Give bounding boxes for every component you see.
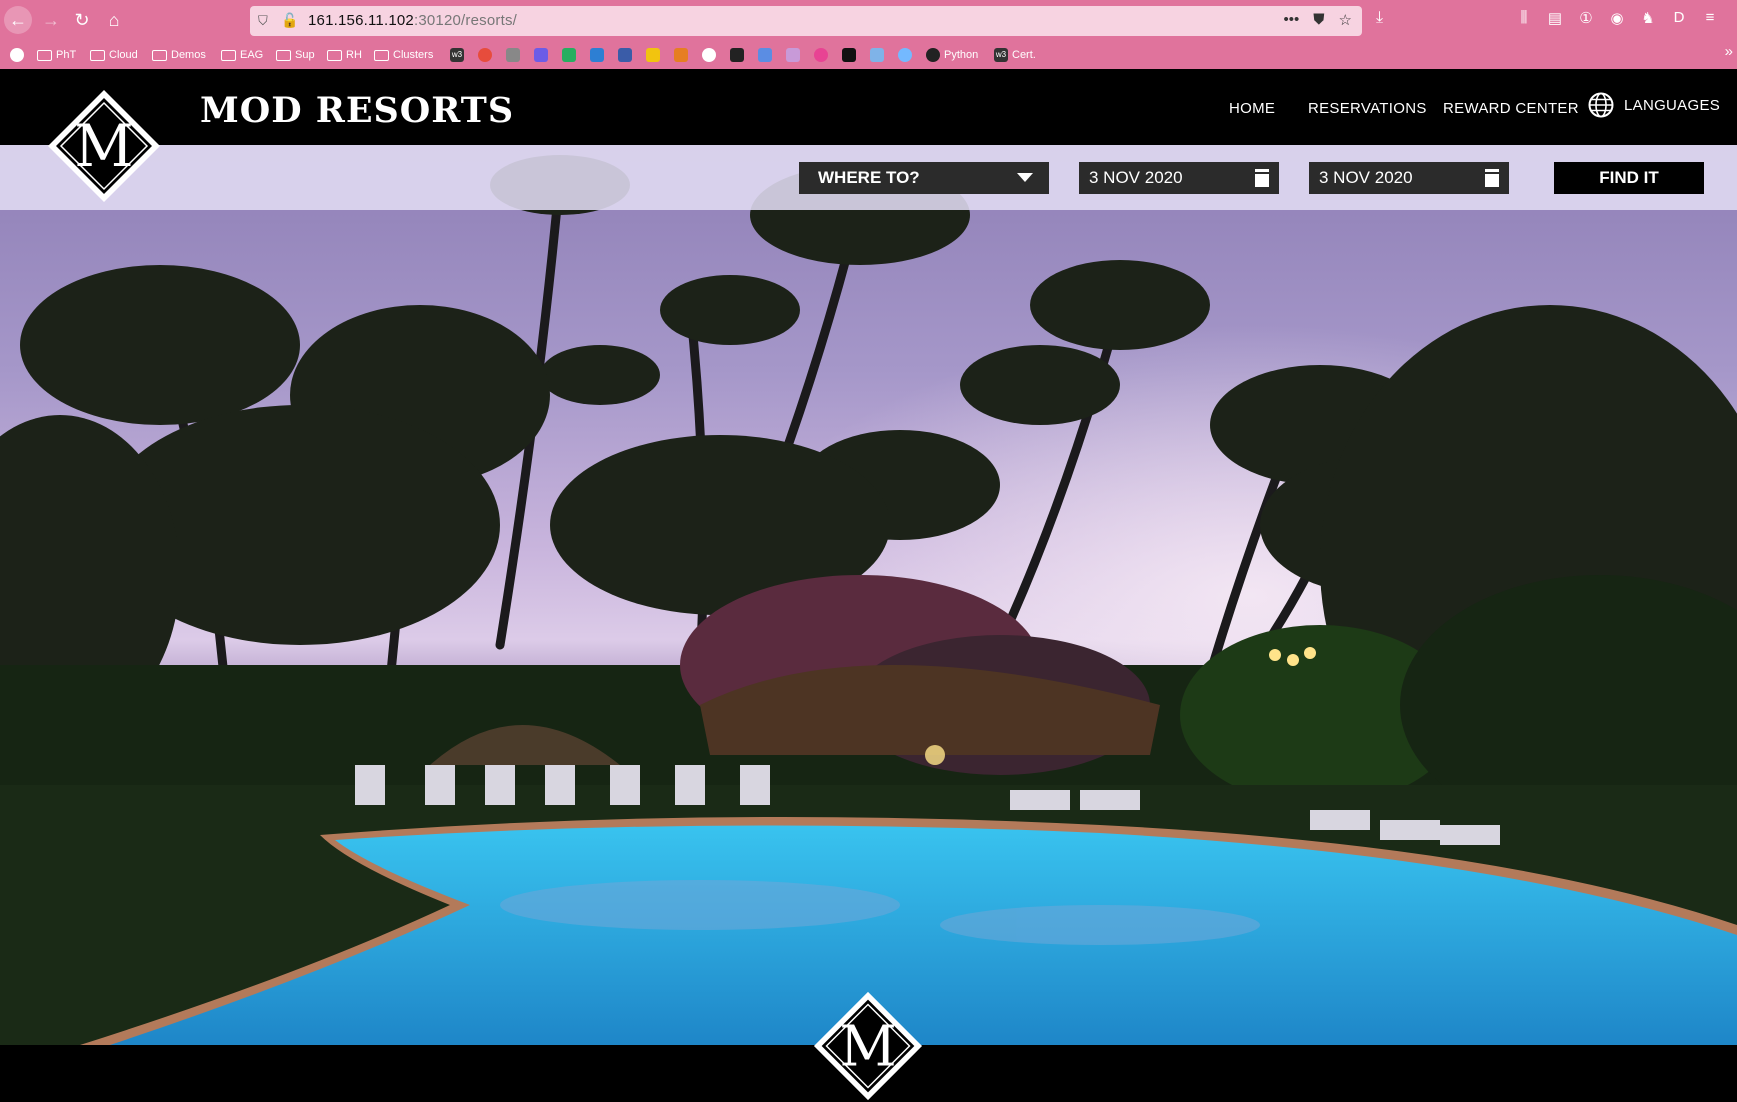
w3-icon: w3 [994,48,1008,62]
toolbar-right: ⤓ [1376,9,1383,27]
bookmark-folder-clusters[interactable]: Clusters [374,46,433,64]
bookmark-label: Demos [171,49,206,61]
checkout-date-field[interactable]: 3 NOV 2020 [1309,162,1509,194]
bookmark-icon-3[interactable] [534,46,548,64]
bookmark-icon-2[interactable] [506,46,520,64]
bookmark-folder-pht[interactable]: PhT [37,46,76,64]
url-path: :30120/resorts/ [413,12,518,29]
page-actions-menu-icon[interactable]: ••• [1284,11,1300,29]
shield-icon[interactable]: ⛉ [258,13,272,29]
bookmark-icon-8[interactable] [786,46,800,64]
resort-scene [0,145,1737,1045]
account-icon[interactable]: ◉ [1608,9,1626,27]
bookmark-cert[interactable]: w3 Cert. [994,46,1036,64]
home-icon[interactable]: ⌂ [100,6,128,34]
bookmark-icon-9[interactable] [814,46,828,64]
password-manager-icon[interactable]: ① [1577,9,1595,27]
google-bookmark-icon[interactable] [10,46,24,64]
checkout-date-value: 3 NOV 2020 [1319,168,1413,187]
extension-icon[interactable]: ♞ [1639,9,1657,27]
bookmark-label: Cert. [1012,49,1036,61]
browser-toolbar: ← → ↻ ⌂ ⛉ 🔓 161.156.11.102:30120/resorts… [0,0,1737,42]
folder-icon [374,49,389,61]
bookmark-icon-4[interactable] [562,46,576,64]
insecure-lock-icon[interactable]: 🔓 [281,12,298,29]
brand-title[interactable]: MOD RESORTS [200,90,514,131]
extension-d-icon[interactable]: D [1670,9,1688,27]
bookmark-folder-rh[interactable]: RH [327,46,362,64]
address-bar[interactable]: ⛉ 🔓 161.156.11.102:30120/resorts/ ••• ⛊ … [250,6,1362,36]
bookmark-label: Cloud [109,49,138,61]
folder-icon [152,49,167,61]
logo-letter: M [74,112,133,180]
menu-icon[interactable]: ≡ [1701,9,1719,27]
folder-icon [221,49,236,61]
bookmark-python[interactable]: Python [926,46,978,64]
google-bookmark-icon-2[interactable] [702,46,716,64]
folder-icon [327,49,342,61]
browser-chrome: ← → ↻ ⌂ ⛉ 🔓 161.156.11.102:30120/resorts… [0,0,1737,69]
bookmarks-bar: PhT Cloud Demos EAG Sup RH Clusters w3 P… [0,43,1737,67]
destination-select[interactable]: WHERE TO? [799,162,1049,194]
library-icon[interactable]: ⫼ [1515,9,1533,27]
bookmark-icon-10[interactable] [842,46,856,64]
url-host: 161.156.11.102 [308,12,414,29]
calendar-icon[interactable] [1255,169,1269,187]
footer-logo-letter: M [839,1014,896,1079]
bookmark-icon-1[interactable] [478,46,492,64]
python-icon [926,48,940,62]
bookmark-folder-cloud[interactable]: Cloud [90,46,138,64]
checkin-date-field[interactable]: 3 NOV 2020 [1079,162,1279,194]
reload-icon[interactable]: ↻ [68,6,96,34]
nav-languages-label: LANGUAGES [1624,96,1721,114]
bookmark-label: EAG [240,49,264,61]
folder-icon [276,49,291,61]
bookmark-folder-demos[interactable]: Demos [152,46,206,64]
bookmark-label: Python [944,49,979,61]
calendar-icon[interactable] [1485,169,1499,187]
footer-logo[interactable]: M [812,990,924,1102]
sidebar-icon[interactable]: ▤ [1546,9,1564,27]
find-it-button[interactable]: FIND IT [1554,162,1704,194]
bookmark-label: Sup [295,49,315,61]
pocket-icon[interactable]: ⛊ [1313,11,1324,29]
page-actions: ••• ⛊ ☆ [1284,11,1352,29]
bookmark-folder-eag[interactable]: EAG [221,46,263,64]
download-icon[interactable]: ⤓ [1376,9,1383,27]
folder-icon [37,49,52,61]
nav-reward-center[interactable]: REWARD CENTER [1443,100,1579,117]
w3-bookmark-icon[interactable]: w3 [450,46,464,64]
url-text[interactable]: 161.156.11.102:30120/resorts/ [308,12,517,29]
forward-icon[interactable]: → [37,6,65,34]
bookmark-label: PhT [56,49,77,61]
hero-image [0,145,1737,1045]
nav-languages[interactable]: LANGUAGES [1588,92,1720,118]
bookmark-icon-7[interactable] [730,46,744,64]
bookmark-label: RH [346,49,362,61]
bookmark-star-icon[interactable]: ☆ [1339,11,1352,29]
bookmarks-overflow-icon[interactable]: » [1725,43,1733,60]
key-bookmark-icon[interactable] [870,46,884,64]
bookmark-icon-5[interactable] [618,46,632,64]
mod-resorts-logo[interactable]: M [46,88,162,204]
translate-bookmark-icon[interactable] [758,46,772,64]
globe-bookmark-icon[interactable] [898,46,912,64]
drive-bookmark-icon[interactable] [646,46,660,64]
bookmark-label: Clusters [393,49,434,61]
back-icon[interactable]: ← [4,6,32,34]
box-bookmark-icon[interactable] [590,46,604,64]
bookmark-icon-6[interactable] [674,46,688,64]
nav-home[interactable]: HOME [1229,100,1275,117]
destination-select-label: WHERE TO? [818,168,920,187]
caret-down-icon [1017,173,1033,182]
globe-icon [1588,92,1614,118]
folder-icon [90,49,105,61]
nav-reservations[interactable]: RESERVATIONS [1308,100,1427,117]
bookmark-folder-sup[interactable]: Sup [276,46,315,64]
checkin-date-value: 3 NOV 2020 [1089,168,1183,187]
toolbar-extensions: ⫼ ▤ ① ◉ ♞ D ≡ [1515,9,1719,27]
